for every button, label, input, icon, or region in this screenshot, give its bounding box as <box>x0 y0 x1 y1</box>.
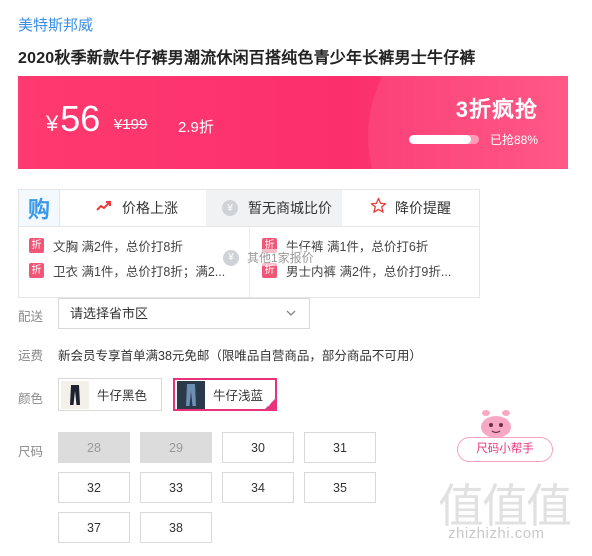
price-tools-bar: 购 价格上涨 ¥ 暂无商城比价 降价提醒 <box>19 190 479 227</box>
sold-progress-fill <box>409 135 471 144</box>
size-option[interactable]: 33 <box>140 472 212 503</box>
size-option[interactable]: 28 <box>58 432 130 463</box>
price-banner: ¥56 ¥199 2.9折 3折疯抢 已抢88% <box>18 76 568 169</box>
current-price: ¥56 <box>46 98 100 140</box>
buy-icon: 购 <box>27 197 50 222</box>
star-icon <box>370 197 387 219</box>
color-option-label: 牛仔黑色 <box>97 389 148 403</box>
size-option[interactable]: 38 <box>140 512 212 543</box>
color-option-light-blue[interactable]: 牛仔浅蓝 <box>173 378 277 411</box>
yen-circle-icon: ¥ <box>222 200 238 216</box>
yen-circle-icon: ¥ <box>223 249 239 266</box>
watermark: 值值值 zhizhizhi.com <box>438 470 588 550</box>
brand-link[interactable]: 美特斯邦威 <box>18 14 93 35</box>
promotion-item[interactable]: 折文胸 满2件，总价打8折 <box>29 233 244 258</box>
discount-label: 2.9折 <box>178 119 214 136</box>
color-option-label: 牛仔浅蓝 <box>213 389 264 403</box>
mascot-icon <box>481 410 511 438</box>
color-label: 颜色 <box>18 392 44 406</box>
shipping-label: 运费 <box>18 349 44 363</box>
current-price-value: 56 <box>60 98 101 139</box>
flash-sale-title: 3折疯抢 <box>455 97 538 122</box>
size-option[interactable]: 29 <box>140 432 212 463</box>
size-option[interactable]: 34 <box>222 472 294 503</box>
price-trend-label: 价格上涨 <box>122 200 178 216</box>
jeans-thumbnail <box>61 380 89 409</box>
discount-tag-icon: 折 <box>29 238 44 253</box>
price-alert-button[interactable]: 降价提醒 <box>342 190 479 226</box>
size-option[interactable]: 32 <box>58 472 130 503</box>
chevron-down-icon <box>286 299 296 339</box>
sold-percentage: 已抢88% <box>489 133 538 147</box>
promotions-left-column: 折文胸 满2件，总价打8折 折卫衣 满1件，总价打8折；满2... <box>29 233 244 283</box>
price-trend-button[interactable]: 价格上涨 <box>60 190 206 226</box>
buy-badge: 购 <box>19 190 60 226</box>
size-option[interactable]: 37 <box>58 512 130 543</box>
price-tools-panel: 购 价格上涨 ¥ 暂无商城比价 降价提醒 折文胸 满2件，总价打8折 折卫衣 满… <box>18 189 480 298</box>
original-price: ¥199 <box>114 116 148 133</box>
price-alert-label: 降价提醒 <box>395 200 451 216</box>
product-title: 2020秋季新款牛仔裤男潮流休闲百搭纯色青少年长裤男士牛仔裤 <box>18 50 476 67</box>
shipping-info: 新会员专享首单满38元免邮（限唯品自营商品，部分商品不可用） <box>58 349 422 363</box>
color-option-black[interactable]: 牛仔黑色 <box>58 378 162 411</box>
region-select[interactable]: 请选择省市区 <box>58 298 310 329</box>
delivery-label: 配送 <box>18 310 44 324</box>
size-helper-button[interactable]: 尺码小帮手 <box>457 437 553 462</box>
size-option[interactable]: 31 <box>304 432 376 463</box>
other-offers-overlay[interactable]: ¥ 其他1家报价 <box>223 249 314 266</box>
mall-compare-button[interactable]: ¥ 暂无商城比价 <box>206 190 342 226</box>
size-label: 尺码 <box>18 445 44 459</box>
jeans-thumbnail <box>177 380 205 409</box>
sold-progress-bar <box>409 135 479 144</box>
currency-symbol: ¥ <box>46 111 59 136</box>
mall-compare-label: 暂无商城比价 <box>248 200 332 216</box>
promotion-text: 卫衣 满1件，总价打8折；满2... <box>53 265 226 279</box>
discount-tag-icon: 折 <box>29 263 44 278</box>
watermark-url: zhizhizhi.com <box>448 525 545 542</box>
promotion-item[interactable]: 折卫衣 满1件，总价打8折；满2... <box>29 258 244 283</box>
trend-up-icon <box>96 199 112 217</box>
region-select-value: 请选择省市区 <box>70 306 149 321</box>
other-offers-label: 其他1家报价 <box>247 251 314 265</box>
promotion-text: 文胸 满2件，总价打8折 <box>53 240 183 254</box>
size-option[interactable]: 35 <box>304 472 376 503</box>
size-option[interactable]: 30 <box>222 432 294 463</box>
